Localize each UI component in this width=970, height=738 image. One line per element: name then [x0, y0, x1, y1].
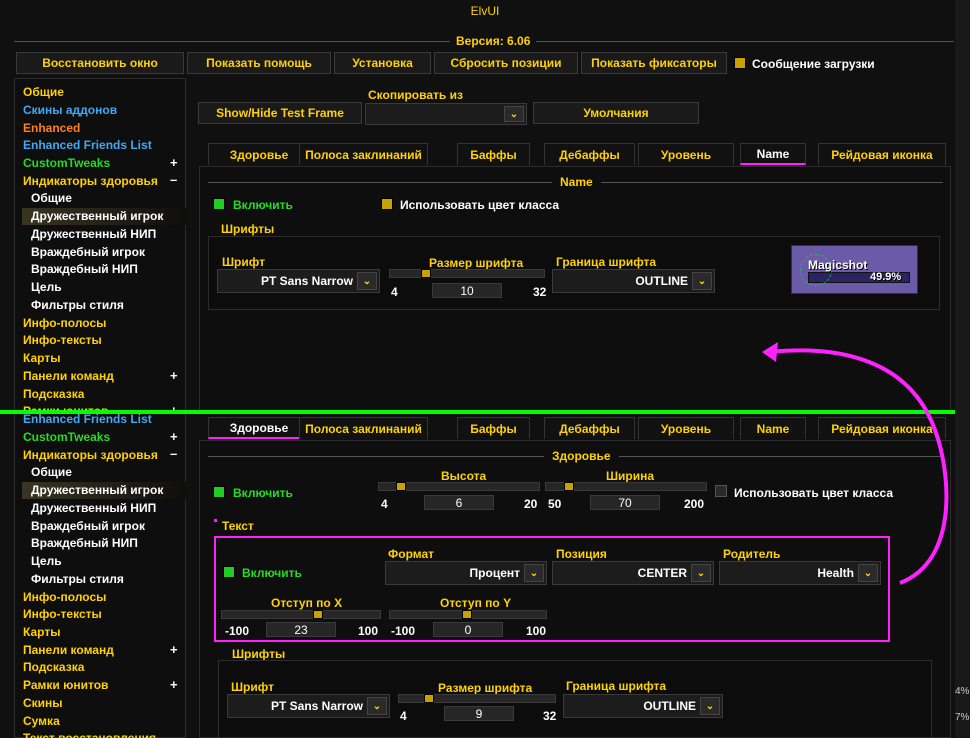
elvui-config-window: ElvUI Версия: 6.06 Восстановить окно Пок… — [0, 0, 970, 738]
annotation-arrow — [762, 342, 949, 585]
